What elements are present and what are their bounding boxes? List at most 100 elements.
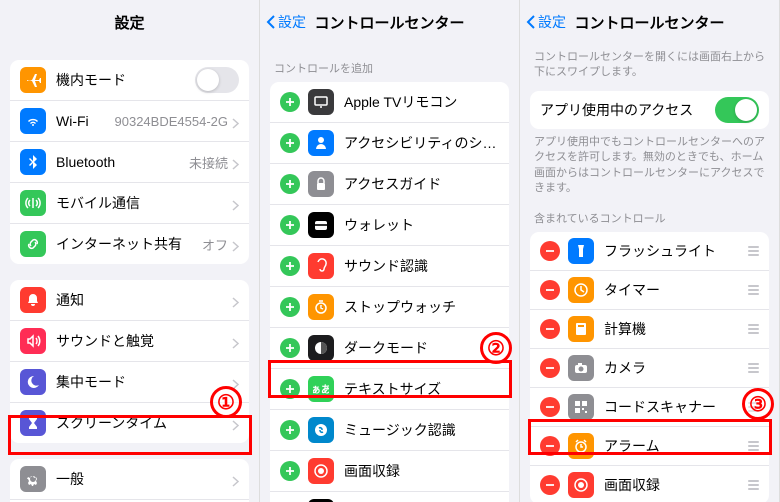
wifi-icon [20,108,46,134]
add-button[interactable] [280,256,300,276]
reorder-handle[interactable] [748,285,759,295]
row-label: 画面収録 [604,475,748,495]
reorder-handle[interactable] [748,441,759,451]
reorder-handle[interactable] [748,480,759,490]
remove-button[interactable] [540,319,560,339]
description: アプリ使用中でもコントロールセンターへのアクセスを許可します。無効のときでも、ホ… [520,129,779,197]
lock-icon [308,171,334,197]
row-label: カメラ [604,358,748,378]
chevron-right-icon [232,116,239,127]
row-label: 集中モード [56,372,232,392]
control-row[interactable]: ストップウォッチ [270,287,509,328]
add-button[interactable] [280,297,300,317]
flashlight-icon [568,238,594,264]
airplane-icon [20,67,46,93]
antenna-icon [20,190,46,216]
remove-button[interactable] [540,436,560,456]
access-while-using-apps-row[interactable]: アプリ使用中のアクセス [530,91,769,129]
camera-icon [568,355,594,381]
access-toggle[interactable] [715,97,759,123]
control-row[interactable]: Apple TVリモコン [270,82,509,123]
row-label: テキストサイズ [344,379,499,399]
row-label: 一般 [56,469,232,489]
add-button[interactable] [280,133,300,153]
chevron-right-icon [232,418,239,429]
control-row[interactable]: カメラ [530,349,769,388]
remove-button[interactable] [540,358,560,378]
control-row[interactable]: タイマー [530,271,769,310]
settings-row[interactable]: 機内モード [10,60,249,101]
wallet-icon [308,212,334,238]
remove-button[interactable] [540,280,560,300]
row-label: コードスキャナー [604,397,748,417]
control-center-add-panel: 設定 コントロールセンター コントロールを追加 Apple TVリモコンアクセシ… [260,0,520,502]
badge-3: ③ [742,388,774,420]
control-row[interactable]: アクセシビリティのショート… [270,123,509,164]
control-row[interactable]: 拡大鏡 [270,492,509,502]
back-button[interactable]: 設定 [526,12,566,32]
add-button[interactable] [280,461,300,481]
link-icon [20,231,46,257]
control-row[interactable]: ミュージック認識 [270,410,509,451]
add-button[interactable] [280,174,300,194]
settings-row[interactable]: 一般 [10,459,249,500]
gear-icon [20,466,46,492]
control-row[interactable]: 画面収録 [270,451,509,492]
row-label: モバイル通信 [56,193,232,213]
row-value: 未接続 [189,153,228,172]
row-label: ミュージック認識 [344,420,499,440]
settings-row[interactable]: モバイル通信 [10,183,249,224]
chevron-right-icon [232,157,239,168]
bluetooth-icon [20,149,46,175]
control-row[interactable]: 画面収録 [530,466,769,502]
settings-row[interactable]: 通知 [10,280,249,321]
remove-button[interactable] [540,475,560,495]
control-row[interactable]: 計算機 [530,310,769,349]
svg-text:ぁあ: ぁあ [313,383,329,396]
row-label: ダークモード [344,338,499,358]
back-button[interactable]: 設定 [266,12,306,32]
stopwatch-icon [308,294,334,320]
control-center-panel: 設定 コントロールセンター コントロールセンターを開くには画面右上から下にスワイ… [520,0,780,502]
settings-row[interactable]: サウンドと触覚 [10,321,249,362]
remove-button[interactable] [540,241,560,261]
control-row[interactable]: コードスキャナー [530,388,769,427]
page-title: コントロールセンター [314,12,464,33]
settings-row[interactable]: Wi-Fi90324BDE4554-2G [10,101,249,142]
record-icon [568,472,594,498]
speaker-icon [20,328,46,354]
chevron-right-icon [232,474,239,485]
toggle[interactable] [195,67,239,93]
hourglass-icon [20,410,46,436]
row-label: アクセシビリティのショート… [344,133,499,153]
control-row[interactable]: アクセスガイド [270,164,509,205]
qr-icon [568,394,594,420]
control-row[interactable]: ウォレット [270,205,509,246]
control-row[interactable]: サウンド認識 [270,246,509,287]
add-button[interactable] [280,92,300,112]
control-row[interactable]: ダークモード [270,328,509,369]
row-label: Bluetooth [56,154,189,170]
section-header: コントロールを追加 [260,60,519,82]
settings-row[interactable]: インターネット共有オフ [10,224,249,264]
chevron-right-icon [232,198,239,209]
badge-2: ② [480,332,512,364]
page-title: 設定 [114,12,144,33]
tv-icon [308,89,334,115]
add-button[interactable] [280,338,300,358]
reorder-handle[interactable] [748,324,759,334]
calculator-icon [568,316,594,342]
reorder-handle[interactable] [748,246,759,256]
add-button[interactable] [280,379,300,399]
control-row[interactable]: アラーム [530,427,769,466]
reorder-handle[interactable] [748,363,759,373]
moon-icon [20,369,46,395]
settings-row[interactable]: Bluetooth未接続 [10,142,249,183]
control-row[interactable]: ぁあ テキストサイズ [270,369,509,410]
add-button[interactable] [280,215,300,235]
header: 設定 コントロールセンター [520,0,779,44]
row-label: ストップウォッチ [344,297,499,317]
control-row[interactable]: フラッシュライト [530,232,769,271]
remove-button[interactable] [540,397,560,417]
add-button[interactable] [280,420,300,440]
